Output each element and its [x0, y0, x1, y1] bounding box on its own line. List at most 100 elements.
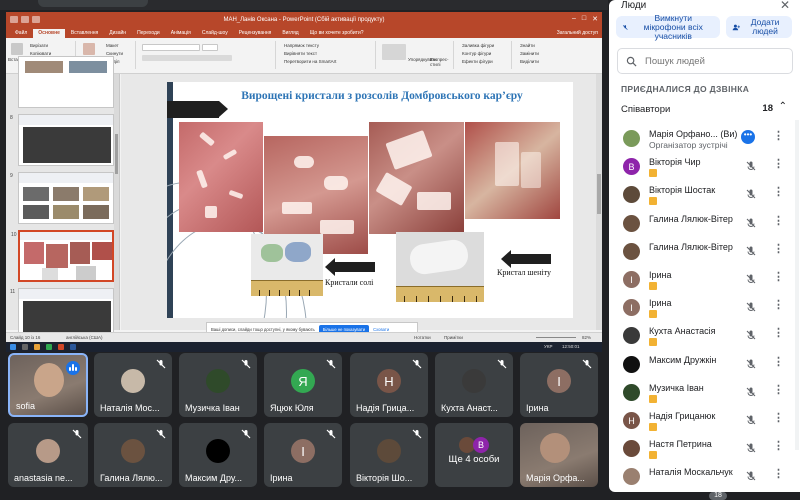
- cut-button[interactable]: Вирізати: [30, 43, 48, 48]
- undo-icon[interactable]: [21, 16, 29, 23]
- participant-row[interactable]: Кухта Анастасія ⋮: [615, 321, 797, 349]
- align-text-button[interactable]: Вирівняти текст: [284, 51, 317, 56]
- thumbnail-slide-9[interactable]: 9: [10, 172, 114, 224]
- keyboard-language[interactable]: УКР: [544, 344, 552, 349]
- participant-row[interactable]: Настя Петрина ⋮: [615, 434, 797, 462]
- share-button[interactable]: Загальний доступ: [557, 30, 598, 38]
- tile-participant[interactable]: Н Надія Грица...: [350, 353, 428, 417]
- participant-row[interactable]: Марія Орфано... (Ви) Організатор зустрічі…: [615, 124, 797, 152]
- more-options-icon[interactable]: ⋮: [773, 214, 784, 227]
- tile-participant[interactable]: Кухта Анаст...: [435, 353, 513, 417]
- participant-row[interactable]: І Ірина ⋮: [615, 265, 797, 293]
- comments-button[interactable]: Примітки: [444, 335, 463, 340]
- smartart-button[interactable]: Перетворити на SmartArt: [284, 59, 336, 64]
- search-input[interactable]: [645, 55, 785, 67]
- tile-participant[interactable]: Наталія Мос...: [94, 353, 172, 417]
- tile-self[interactable]: sofia: [8, 353, 88, 417]
- participant-row[interactable]: Музичка Іван ⋮: [615, 378, 797, 406]
- zoom-level[interactable]: 82%: [582, 335, 591, 340]
- thumbnails-scrollbar[interactable]: [114, 74, 119, 330]
- maximize-icon[interactable]: □: [582, 15, 586, 23]
- tile-participant[interactable]: Я Яцюк Юля: [264, 353, 342, 417]
- participant-row[interactable]: Н Надія Грицанюк ⋮: [615, 406, 797, 434]
- scroll-thumb[interactable]: [115, 134, 118, 174]
- tab-animations[interactable]: Анімація: [166, 29, 196, 38]
- paste-icon[interactable]: [11, 43, 23, 55]
- thumbnail-slide-10[interactable]: 10: [11, 230, 114, 282]
- participant-row[interactable]: Максим Дружкін ⋮: [615, 350, 797, 378]
- participants-count-badge[interactable]: 18: [709, 492, 727, 500]
- participant-row[interactable]: Галина Лялюк-Вітер ⋮: [615, 237, 797, 265]
- tile-participant[interactable]: І Ірина: [520, 353, 598, 417]
- mute-all-button[interactable]: Вимкнути мікрофони всіх учасників: [616, 13, 720, 40]
- thumbnail-slide-8[interactable]: 8: [10, 114, 114, 166]
- tile-participant[interactable]: І Ірина: [264, 423, 342, 487]
- scroll-thumb[interactable]: [597, 174, 601, 214]
- participant-row[interactable]: Наталія Москальчук ⋮: [615, 462, 797, 490]
- add-people-button[interactable]: Додати людей: [726, 16, 792, 38]
- language-indicator[interactable]: англійська (США): [66, 335, 102, 340]
- font-size-box[interactable]: [202, 44, 218, 51]
- tile-participant[interactable]: anastasia ne...: [8, 423, 88, 487]
- tab-review[interactable]: Рецензування: [234, 29, 277, 38]
- more-options-icon[interactable]: ⋮: [773, 157, 784, 170]
- font-format-buttons[interactable]: [142, 55, 232, 61]
- quick-styles-button[interactable]: Експрес-стилі: [430, 57, 454, 67]
- tab-slideshow[interactable]: Слайд-шоу: [197, 29, 233, 38]
- hide-link[interactable]: Сховати: [373, 327, 389, 332]
- new-slide-icon[interactable]: [83, 43, 95, 55]
- select-button[interactable]: Виділити: [520, 59, 539, 64]
- tab-home[interactable]: Основне: [33, 29, 65, 38]
- collaborators-group[interactable]: Співавтори 18 ⌃: [615, 98, 795, 120]
- close-window-icon[interactable]: ✕: [592, 15, 598, 23]
- more-options-icon[interactable]: ⋮: [773, 298, 784, 311]
- font-name-box[interactable]: [142, 44, 200, 51]
- explorer-icon[interactable]: [34, 344, 40, 350]
- tile-more-people[interactable]: В Ще 4 особи: [435, 423, 513, 487]
- panel-scrollbar[interactable]: [795, 120, 799, 450]
- shapes-gallery[interactable]: [382, 44, 406, 60]
- shape-fill-button[interactable]: Заливка фігури: [462, 43, 494, 48]
- powerpoint-icon[interactable]: [58, 344, 64, 350]
- find-button[interactable]: Знайти: [520, 43, 535, 48]
- more-options-icon[interactable]: ⋮: [773, 467, 784, 480]
- more-options-icon[interactable]: ⋮: [773, 270, 784, 283]
- start-icon[interactable]: [10, 344, 16, 350]
- tab-design[interactable]: Дизайн: [104, 29, 131, 38]
- more-options-icon[interactable]: ⋮: [773, 439, 784, 452]
- redo-icon[interactable]: [32, 16, 40, 23]
- more-options-icon[interactable]: ⋮: [773, 355, 784, 368]
- tile-participant[interactable]: Музичка Іван: [179, 353, 257, 417]
- participant-row[interactable]: Галина Лялюк-Вітер ⋮: [615, 209, 797, 237]
- zoom-slider[interactable]: [536, 337, 576, 338]
- more-options-icon[interactable]: ⋮: [773, 383, 784, 396]
- tab-file[interactable]: Файл: [10, 29, 32, 38]
- tell-me-box[interactable]: Що ви хочете зробити?: [305, 29, 369, 38]
- replace-button[interactable]: Замінити: [520, 51, 539, 56]
- word-icon[interactable]: [70, 344, 76, 350]
- thumbnail-slide-7[interactable]: [18, 56, 114, 108]
- more-options-icon[interactable]: ⋮: [773, 242, 784, 255]
- layout-button[interactable]: Макет: [106, 43, 119, 48]
- shape-effects-button[interactable]: Ефекти фігури: [462, 59, 493, 64]
- tab-transitions[interactable]: Переходи: [132, 29, 165, 38]
- participant-row[interactable]: В Вікторія Чир ⋮: [615, 152, 797, 180]
- tile-host-video[interactable]: Марія Орфа...: [520, 423, 598, 487]
- shape-outline-button[interactable]: Контур фігури: [462, 51, 491, 56]
- tab-view[interactable]: Вигляд: [277, 29, 303, 38]
- canvas-scrollbar[interactable]: [596, 74, 602, 330]
- tile-participant[interactable]: Галина Лялю...: [94, 423, 172, 487]
- chevron-up-icon[interactable]: ⌃: [779, 101, 787, 112]
- more-options-icon[interactable]: ⋮: [773, 185, 784, 198]
- tab-insert[interactable]: Вставлення: [66, 29, 103, 38]
- search-icon[interactable]: [22, 344, 28, 350]
- participant-row[interactable]: Вікторія Шостак ⋮: [615, 180, 797, 208]
- save-icon[interactable]: [10, 16, 18, 23]
- notes-button[interactable]: Нотатки: [414, 335, 431, 340]
- more-options-icon[interactable]: ⋮: [773, 411, 784, 424]
- current-slide[interactable]: Вирощені кристали з розсолів Домбровсько…: [167, 82, 573, 318]
- more-options-icon[interactable]: ⋮: [773, 326, 784, 339]
- chrome-icon[interactable]: [46, 344, 52, 350]
- tile-participant[interactable]: Максим Дру...: [179, 423, 257, 487]
- participant-row[interactable]: І Ірина ⋮: [615, 293, 797, 321]
